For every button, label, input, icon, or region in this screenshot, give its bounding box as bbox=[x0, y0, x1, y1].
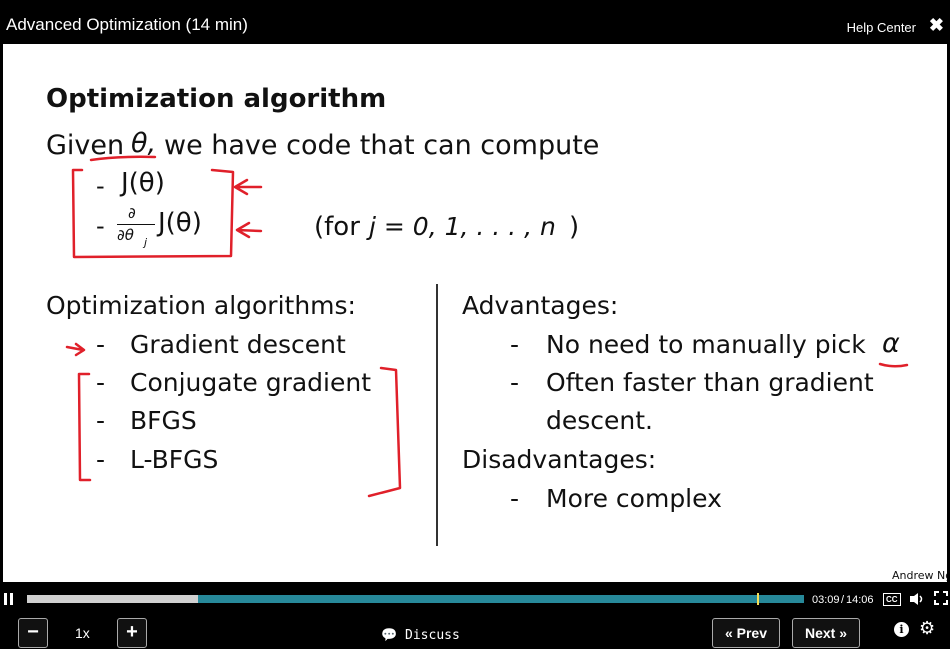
lecture-slide: Optimization algorithm Given θ, we have … bbox=[3, 44, 947, 582]
arrow-icon bbox=[235, 221, 263, 239]
current-time: 03:09 bbox=[812, 594, 840, 606]
underline-stroke bbox=[878, 362, 909, 368]
next-button[interactable]: Next » bbox=[792, 618, 860, 648]
progress-marker bbox=[757, 593, 760, 605]
speed-decrease-button[interactable]: − bbox=[18, 618, 48, 648]
total-time: 14:06 bbox=[846, 594, 874, 606]
title-bar: Advanced Optimization (14 min) Help Cent… bbox=[0, 0, 950, 44]
progress-played bbox=[27, 595, 198, 603]
discuss-button[interactable]: 💬 Discuss bbox=[381, 628, 460, 643]
box-stroke bbox=[71, 168, 235, 259]
bracket-left bbox=[77, 372, 92, 482]
gear-icon[interactable]: ⚙ bbox=[919, 618, 935, 639]
time-separator: / bbox=[841, 594, 845, 606]
arrow-icon bbox=[65, 342, 86, 357]
discuss-label: Discuss bbox=[405, 628, 460, 643]
arrow-icon bbox=[233, 178, 263, 196]
player-controls: 03:09 / 14:06 CC − 1x + 💬 Discuss « Prev… bbox=[0, 582, 950, 649]
speech-bubble-icon: 💬 bbox=[381, 628, 398, 643]
pause-icon[interactable] bbox=[3, 592, 15, 606]
close-icon[interactable]: ✖ bbox=[929, 15, 944, 36]
speed-increase-button[interactable]: + bbox=[117, 618, 147, 648]
prev-button[interactable]: « Prev bbox=[712, 618, 780, 648]
bracket-right bbox=[367, 366, 402, 498]
cc-icon[interactable]: CC bbox=[883, 593, 901, 606]
info-icon[interactable]: i bbox=[894, 622, 909, 637]
video-title: Advanced Optimization (14 min) bbox=[6, 15, 248, 34]
help-center-link[interactable]: Help Center bbox=[847, 20, 916, 35]
volume-icon[interactable] bbox=[908, 591, 925, 607]
pen-annotations bbox=[65, 155, 909, 498]
playback-speed: 1x bbox=[75, 625, 90, 641]
progress-bar[interactable] bbox=[27, 593, 804, 605]
underline-stroke bbox=[89, 155, 157, 162]
fullscreen-icon[interactable] bbox=[934, 591, 948, 605]
